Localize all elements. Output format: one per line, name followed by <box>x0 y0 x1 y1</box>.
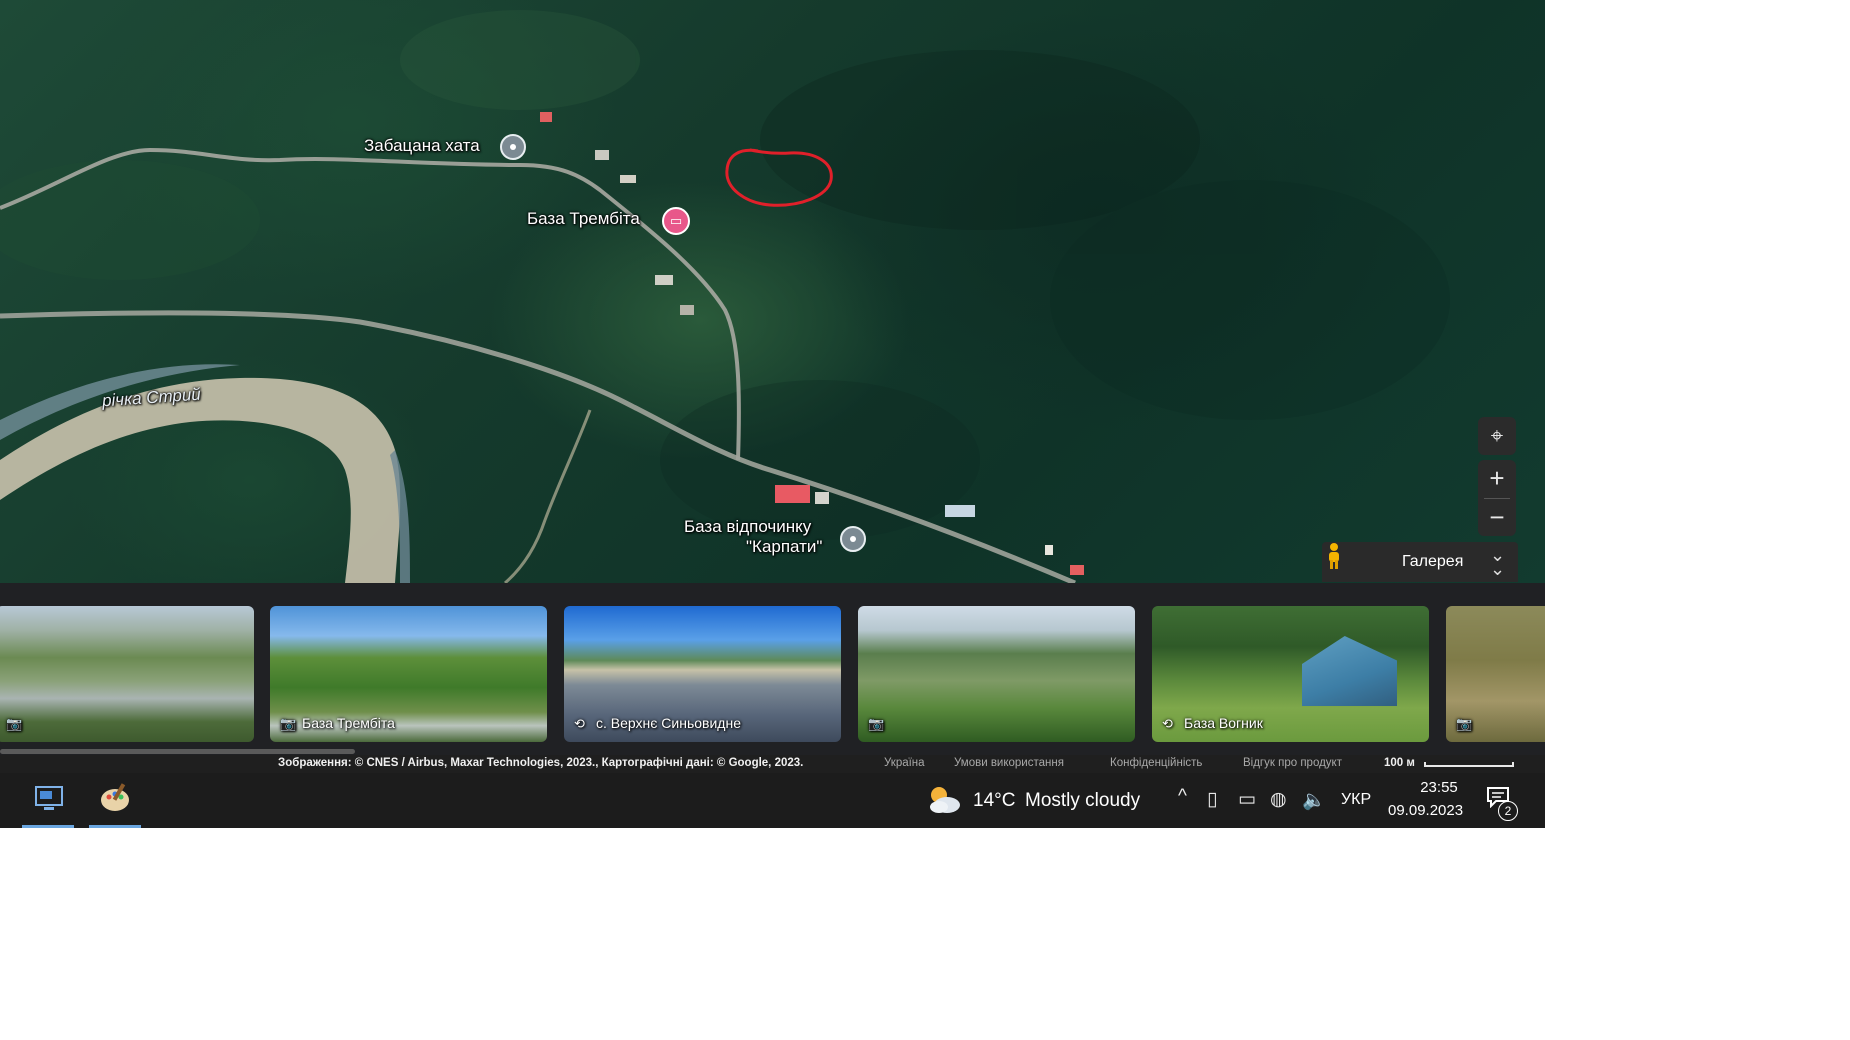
gallery-photo-4[interactable]: 📷 <box>858 606 1135 742</box>
feedback-link[interactable]: Відгук про продукт <box>1243 757 1342 769</box>
forest-texture <box>0 10 1450 540</box>
active-indicator <box>89 825 141 828</box>
tablet-icon[interactable]: ▯ <box>1207 788 1217 811</box>
my-location-button[interactable]: ⌖ <box>1478 417 1516 455</box>
paint-icon <box>101 783 129 811</box>
country-link[interactable]: Україна <box>884 757 925 769</box>
place-dot-icon[interactable] <box>840 526 866 552</box>
zoom-out-button[interactable]: − <box>1478 499 1516 536</box>
weather-description[interactable]: Mostly cloudy <box>1025 790 1140 812</box>
clock-time[interactable]: 23:55 <box>1404 779 1474 796</box>
label-zabatsana-khata[interactable]: Забацана хата <box>364 136 480 156</box>
gallery-label[interactable]: Галерея <box>1402 553 1463 571</box>
active-indicator <box>22 825 74 828</box>
photo-caption: База Трембіта <box>302 715 395 731</box>
camera-icon: 📷 <box>280 716 297 731</box>
my-location-icon: ⌖ <box>1490 423 1504 448</box>
label-baza-trembita[interactable]: База Трембіта <box>527 209 640 229</box>
zoom-controls: + − <box>1478 460 1516 536</box>
clock-date[interactable]: 09.09.2023 <box>1388 802 1463 819</box>
gallery-photo-5[interactable]: ⟲ База Вогник <box>1152 606 1429 742</box>
place-dot-icon[interactable] <box>500 134 526 160</box>
photo-hut-shape <box>1302 636 1397 706</box>
camera-icon: 📷 <box>6 716 23 731</box>
weather-temperature[interactable]: 14°C <box>973 790 1015 812</box>
scale-bar[interactable] <box>1424 762 1514 767</box>
street-view-pegman-icon[interactable] <box>1322 542 1346 570</box>
panorama-360-icon: ⟲ <box>1162 716 1173 731</box>
label-baza-karpaty-line1[interactable]: База відпочинку <box>684 517 811 537</box>
volume-icon[interactable]: 🔈 <box>1302 788 1326 812</box>
photo-gallery-strip: 📷 📷 База Трембіта ⟲ с. Верхнє Синьовидне 📷… <box>0 583 1545 755</box>
camera-icon: 📷 <box>868 716 885 731</box>
network-globe-icon[interactable]: ◍ <box>1270 788 1287 811</box>
taskbar-app-paint[interactable] <box>87 773 143 828</box>
gallery-scrollbar[interactable] <box>0 749 355 754</box>
scale-label[interactable]: 100 м <box>1384 757 1415 769</box>
remote-desktop-icon <box>35 786 63 810</box>
map-attribution-bar: Зображення: © CNES / Airbus, Maxar Techn… <box>0 755 1545 773</box>
panorama-360-icon: ⟲ <box>574 716 585 731</box>
zoom-in-button[interactable]: + <box>1478 460 1516 498</box>
camera-icon: 📷 <box>1456 716 1473 731</box>
screenshot: Забацана хата База Трембіта ▭ База відпо… <box>0 0 1545 828</box>
photo-caption: База Вогник <box>1184 715 1263 731</box>
taskbar-app-remote-desktop[interactable] <box>20 773 76 828</box>
hotel-bed-icon[interactable]: ▭ <box>662 207 690 235</box>
show-hidden-icons-chevron[interactable]: ^ <box>1178 786 1187 808</box>
imagery-attribution[interactable]: Зображення: © CNES / Airbus, Maxar Techn… <box>278 757 803 769</box>
gallery-photo-1[interactable]: 📷 <box>0 606 254 742</box>
label-baza-karpaty-line2[interactable]: "Карпати" <box>746 537 822 557</box>
battery-icon[interactable]: ▭ <box>1238 788 1256 811</box>
privacy-link[interactable]: Конфіденційність <box>1110 757 1202 769</box>
track <box>504 409 592 583</box>
gallery-toggle-bar[interactable]: Галерея ⌄ ⌄ <box>1322 542 1518 582</box>
double-chevron-down-icon[interactable]: ⌄ ⌄ <box>1490 546 1505 578</box>
photo-caption: с. Верхнє Синьовидне <box>596 715 741 731</box>
gallery-photo-3[interactable]: ⟲ с. Верхнє Синьовидне <box>564 606 841 742</box>
input-language[interactable]: УКР <box>1341 791 1371 809</box>
notification-count-badge[interactable]: 2 <box>1498 801 1518 821</box>
windows-taskbar: 14°C Mostly cloudy ^ ▯ ▭ ◍ 🔈 УКР 23:55 0… <box>0 773 1545 828</box>
gallery-photo-2[interactable]: 📷 База Трембіта <box>270 606 547 742</box>
gallery-photo-6[interactable]: 📷 <box>1446 606 1545 742</box>
map-overlay <box>0 10 1450 583</box>
terms-link[interactable]: Умови використання <box>954 757 1064 769</box>
satellite-map[interactable]: Забацана хата База Трембіта ▭ База відпо… <box>0 0 1545 583</box>
partly-cloudy-icon[interactable] <box>925 783 961 815</box>
